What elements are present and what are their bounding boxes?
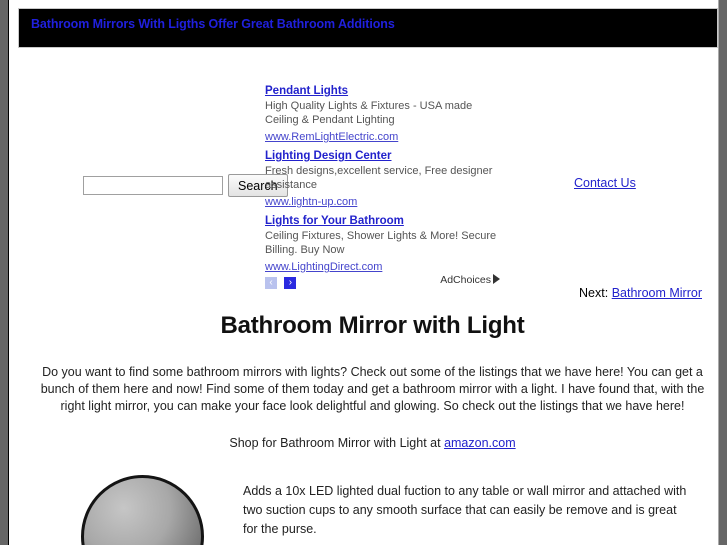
advertisement-unit: Pendant Lights High Quality Lights & Fix… xyxy=(265,81,500,276)
shop-line: Shop for Bathroom Mirror with Light at a… xyxy=(9,436,718,450)
next-prefix: Next: xyxy=(579,286,609,300)
adchoices-text: AdChoices xyxy=(440,274,491,286)
ad-item[interactable]: Pendant Lights High Quality Lights & Fix… xyxy=(265,81,500,145)
amazon-link[interactable]: amazon.com xyxy=(444,436,516,450)
ad-and-search-row: Search Contact Us Pendant Lights High Qu… xyxy=(9,48,718,300)
adchoices-label[interactable]: AdChoices xyxy=(440,274,500,286)
next-page-link[interactable]: Bathroom Mirror xyxy=(612,286,702,300)
product-image-mirror[interactable] xyxy=(81,475,204,545)
shop-line-prefix: Shop for Bathroom Mirror with Light at xyxy=(229,436,441,450)
search-form: Search xyxy=(83,174,288,197)
contact-us-link[interactable]: Contact Us xyxy=(574,176,636,190)
page-frame: Bathroom Mirrors With Ligths Offer Great… xyxy=(8,0,719,545)
ad-title[interactable]: Pendant Lights xyxy=(265,84,348,98)
ad-url[interactable]: www.LightingDirect.com xyxy=(265,261,382,274)
page-content: Search Contact Us Pendant Lights High Qu… xyxy=(9,48,718,545)
ad-description: High Quality Lights & Fixtures - USA mad… xyxy=(265,100,473,126)
ad-item[interactable]: Lighting Design Center Fresh designs,exc… xyxy=(265,146,500,210)
product-listing: Adds a 10x LED lighted dual fuction to a… xyxy=(9,468,718,545)
product-description: Adds a 10x LED lighted dual fuction to a… xyxy=(243,484,687,536)
intro-paragraph: Do you want to find some bathroom mirror… xyxy=(40,365,705,413)
ad-description: Fresh designs,excellent service, Free de… xyxy=(265,165,493,191)
ad-item[interactable]: Lights for Your Bathroom Ceiling Fixture… xyxy=(265,211,500,275)
site-header-banner: Bathroom Mirrors With Ligths Offer Great… xyxy=(18,8,718,48)
next-navigation: Next: Bathroom Mirror xyxy=(9,286,718,300)
ad-url[interactable]: www.RemLightElectric.com xyxy=(265,131,398,144)
ad-description: Ceiling Fixtures, Shower Lights & More! … xyxy=(265,230,497,256)
ad-title[interactable]: Lighting Design Center xyxy=(265,149,392,163)
search-input[interactable] xyxy=(83,176,223,195)
ad-title[interactable]: Lights for Your Bathroom xyxy=(265,214,404,228)
ad-url[interactable]: www.lightn-up.com xyxy=(265,196,357,209)
page-title: Bathroom Mirror with Light xyxy=(220,312,525,339)
adchoices-triangle-icon xyxy=(493,274,500,284)
page-title-banner: Bathroom Mirrors With Ligths Offer Great… xyxy=(31,17,395,31)
